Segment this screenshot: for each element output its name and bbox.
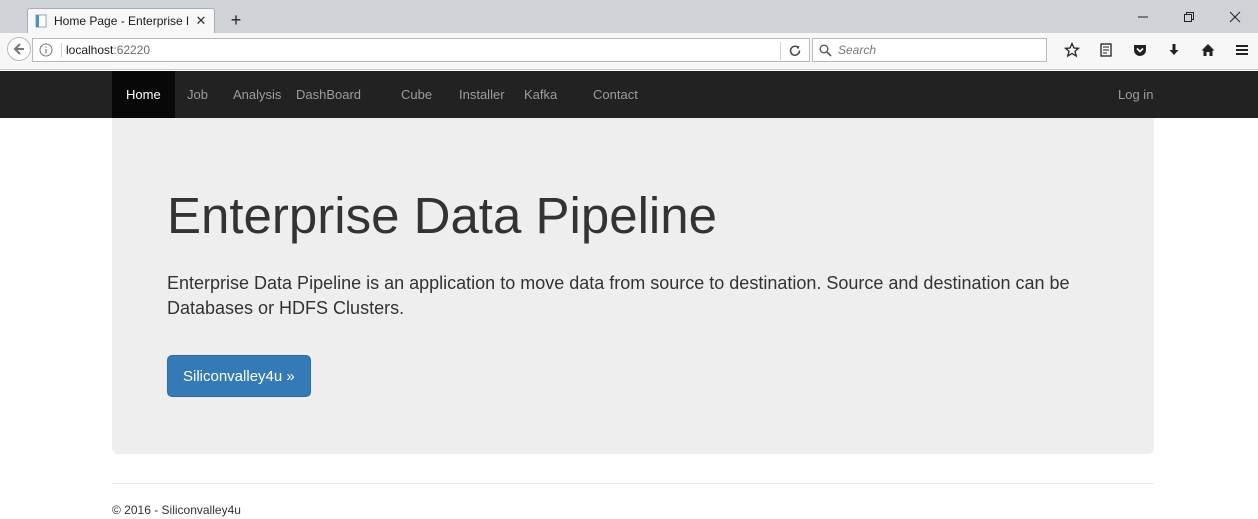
jumbotron: Enterprise Data Pipeline Enterprise Data…	[112, 118, 1154, 454]
nav-item-kafka[interactable]: Kafka	[510, 71, 571, 118]
lead-paragraph: Enterprise Data Pipeline is an applicati…	[167, 273, 1070, 318]
search-icon	[819, 44, 832, 57]
close-tab-icon[interactable]: ✕	[194, 13, 208, 28]
site-navbar: Home Job Analysis DashBoard Cube Install…	[0, 71, 1258, 118]
siliconvalley4u-button[interactable]: Siliconvalley4u »	[167, 355, 311, 397]
nav-item-cube[interactable]: Cube	[387, 71, 446, 118]
nav-item-job[interactable]: Job	[173, 71, 222, 118]
restore-icon[interactable]	[1166, 0, 1212, 33]
footer-divider	[112, 483, 1154, 484]
back-button[interactable]	[7, 37, 31, 61]
reading-list-icon[interactable]	[1094, 38, 1118, 62]
search-placeholder: Search	[838, 43, 877, 57]
browser-toolbar-icons	[1060, 38, 1258, 62]
menu-icon[interactable]	[1230, 38, 1254, 62]
footer-copyright: © 2016 - Siliconvalley4u	[112, 503, 241, 517]
close-window-icon[interactable]	[1212, 0, 1258, 33]
reload-separator	[780, 42, 781, 60]
nav-item-home[interactable]: Home	[112, 71, 175, 118]
nav-item-dashboard[interactable]: DashBoard	[282, 71, 375, 118]
download-icon[interactable]	[1162, 38, 1186, 62]
login-link[interactable]: Log in	[1103, 71, 1168, 118]
page-title: Enterprise Data Pipeline	[167, 187, 717, 244]
minimize-icon[interactable]	[1120, 0, 1166, 33]
page-icon	[34, 14, 48, 28]
browser-tab-strip: Home Page - Enterprise D... ✕ +	[0, 0, 1258, 33]
nav-item-installer[interactable]: Installer	[445, 71, 519, 118]
search-bar[interactable]: Search	[812, 38, 1047, 62]
address-bar[interactable]: localhost:62220	[32, 38, 810, 62]
back-arrow-icon	[13, 43, 24, 55]
pocket-icon[interactable]	[1128, 38, 1152, 62]
url-separator	[61, 43, 62, 57]
window-controls	[1120, 0, 1258, 33]
url-port: :62220	[113, 43, 151, 57]
url-host: localhost	[66, 43, 114, 57]
info-icon[interactable]	[39, 43, 53, 57]
browser-toolbar: localhost:62220 Search	[0, 33, 1258, 70]
home-icon[interactable]	[1196, 38, 1220, 62]
nav-item-contact[interactable]: Contact	[579, 71, 652, 118]
reload-icon[interactable]	[787, 43, 803, 59]
tab-title: Home Page - Enterprise D...	[54, 14, 188, 28]
new-tab-button[interactable]: +	[226, 10, 246, 30]
browser-tab[interactable]: Home Page - Enterprise D... ✕	[27, 8, 215, 33]
bookmark-star-icon[interactable]	[1060, 38, 1084, 62]
